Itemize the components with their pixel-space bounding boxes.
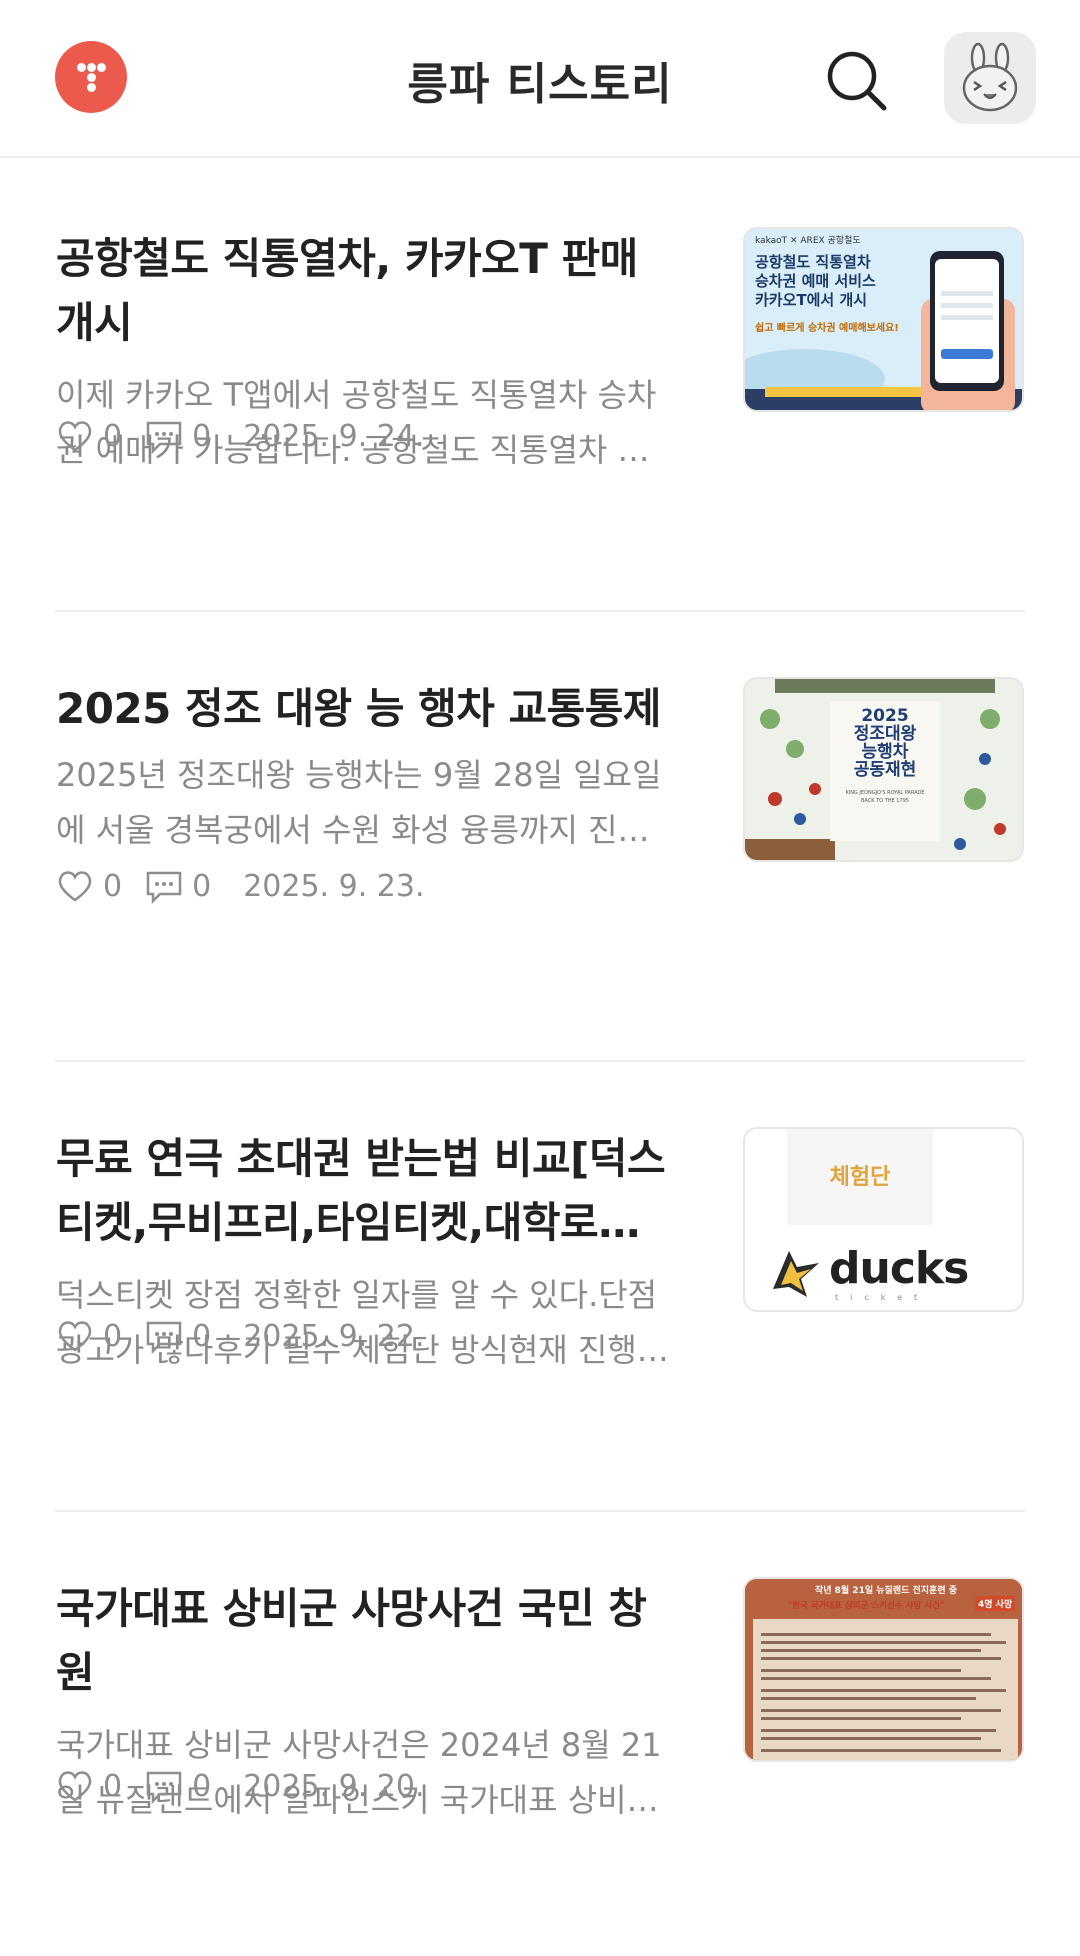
post-date: 2025. 9. 22. <box>243 1318 425 1354</box>
divider <box>55 610 1025 612</box>
blog-title[interactable]: 릉파 티스토리 <box>0 48 1080 112</box>
heart-icon[interactable] <box>55 416 95 456</box>
thumb-line: 2025 <box>861 706 909 726</box>
post-title[interactable]: 무료 연극 초대권 받는법 비교[덕스티켓,무비프리,타임티켓,대학로티켓] <box>56 1127 676 1255</box>
comment-count: 0 <box>192 1768 212 1804</box>
like-count: 0 <box>103 1318 123 1354</box>
post-date: 2025. 9. 23. <box>243 868 425 904</box>
post-meta-row: 0 0 2025. 9. 20. <box>55 1764 424 1808</box>
thumb-brand: ducks <box>829 1243 969 1294</box>
divider <box>55 1510 1025 1512</box>
post-list: 공항철도 직통열차, 카카오T 판매 개시 이제 카카오 T앱에서 공항철도 직… <box>0 160 1080 1956</box>
post-thumbnail[interactable]: 2025 정조대왕 능행차 공동재현 KING JEONGJO'S ROYAL … <box>743 677 1024 862</box>
post-title[interactable]: 2025 정조 대왕 능 행차 교통통제 <box>56 677 676 741</box>
ducks-logo-icon <box>773 1251 819 1297</box>
post-title[interactable]: 공항철도 직통열차, 카카오T 판매 개시 <box>56 227 676 355</box>
comment-icon[interactable] <box>144 1316 184 1356</box>
post-meta-row: 0 0 2025. 9. 23. <box>55 864 424 908</box>
post-title[interactable]: 국가대표 상비군 사망사건 국민 창원 <box>56 1577 676 1705</box>
comment-icon[interactable] <box>144 416 184 456</box>
thumb-line: 승차권 예매 서비스 <box>755 272 876 290</box>
post-thumbnail[interactable]: 체험단 ducks ticket <box>743 1127 1024 1312</box>
heart-icon[interactable] <box>55 866 95 906</box>
thumb-line: 공항철도 직통열차 <box>755 253 871 271</box>
thumb-badge: 4명 사망 <box>975 1596 1016 1611</box>
comment-count: 0 <box>192 868 212 904</box>
thumb-line: 공동재현 <box>853 760 917 780</box>
top-bar: 릉파 티스토리 <box>0 0 1080 158</box>
thumb-line: 카카오T에서 개시 <box>755 291 868 309</box>
post-item[interactable]: 무료 연극 초대권 받는법 비교[덕스티켓,무비프리,타임티켓,대학로티켓] 덕… <box>0 1060 1080 1510</box>
heart-icon[interactable] <box>55 1316 95 1356</box>
post-meta-row: 0 0 2025. 9. 24. <box>55 414 424 458</box>
like-count: 0 <box>103 418 123 454</box>
comment-icon[interactable] <box>144 1766 184 1806</box>
thumb-line: 작년 8월 21일 뉴질랜드 전지훈련 중 <box>814 1586 958 1596</box>
like-count: 0 <box>103 868 123 904</box>
thumb-line: "한국 국가대표 상비군 스키선수 사망 사건" <box>787 1601 945 1611</box>
like-count: 0 <box>103 1768 123 1804</box>
thumb-sub: ticket <box>835 1293 930 1302</box>
post-meta-row: 0 0 2025. 9. 22. <box>55 1314 424 1358</box>
thumb-tag: 체험단 <box>829 1165 891 1190</box>
post-date: 2025. 9. 20. <box>243 1768 425 1804</box>
thumb-badge: kakaoT ✕ AREX 공항철도 <box>755 236 861 246</box>
thumb-line: BACK TO THE 1795 <box>861 798 909 804</box>
search-icon[interactable] <box>820 44 892 116</box>
divider <box>55 1060 1025 1062</box>
post-excerpt: 2025년 정조대왕 능행차는 9월 28일 일요일에 서울 경복궁에서 수원 … <box>56 756 662 849</box>
post-thumbnail[interactable]: 작년 8월 21일 뉴질랜드 전지훈련 중 "한국 국가대표 상비군 스키선수 … <box>743 1577 1024 1762</box>
post-item[interactable]: 공항철도 직통열차, 카카오T 판매 개시 이제 카카오 T앱에서 공항철도 직… <box>0 160 1080 610</box>
thumb-line: KING JEONGJO'S ROYAL PARADE <box>845 790 925 796</box>
thumb-line: 쉽고 빠르게 승차권 예매해보세요! <box>755 323 899 334</box>
comment-count: 0 <box>192 418 212 454</box>
comment-icon[interactable] <box>144 866 184 906</box>
rabbit-avatar-icon[interactable] <box>944 32 1036 124</box>
post-item[interactable]: 2025 정조 대왕 능 행차 교통통제 2025년 정조대왕 능행차는 9월 … <box>0 610 1080 1060</box>
comment-count: 0 <box>192 1318 212 1354</box>
post-thumbnail[interactable]: kakaoT ✕ AREX 공항철도 공항철도 직통열차 승차권 예매 서비스 … <box>743 227 1024 412</box>
thumb-line: 능행차 <box>861 742 909 762</box>
thumb-line: 정조대왕 <box>853 724 917 744</box>
post-item[interactable]: 국가대표 상비군 사망사건 국민 창원 국가대표 상비군 사망사건은 2024년… <box>0 1510 1080 1956</box>
post-date: 2025. 9. 24. <box>243 418 425 454</box>
heart-icon[interactable] <box>55 1766 95 1806</box>
